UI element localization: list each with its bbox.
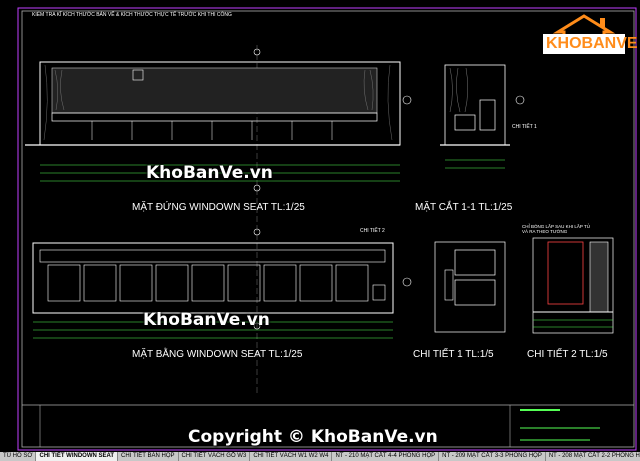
detail2-callout: CHỈ BÓNG LẮP SAU KHI LẮP TỦ VÀ RA THEO T… <box>522 224 591 234</box>
layout-tab-bar: TỦ HỒ SƠ CHI TIẾT WINDOWN SEAT CHI TIẾT … <box>0 452 640 461</box>
tab-nt-209[interactable]: NT - 209 MẶT CẮT 3-3 PHÒNG HỌP <box>439 452 546 461</box>
tab-chi-tiet-windown-seat[interactable]: CHI TIẾT WINDOWN SEAT <box>36 452 119 461</box>
detail2-title: CHI TIẾT 2 TL:1/5 <box>527 349 608 360</box>
tab-chi-tiet-vach-go-w3[interactable]: CHI TIẾT VÁCH GỖ W3 <box>179 452 251 461</box>
plan-title: MẶT BẰNG WINDOWN SEAT TL:1/25 <box>132 349 303 360</box>
watermark-middle: KhoBanVe.vn <box>143 310 270 330</box>
khobanve-logo: KHOBANVE <box>538 10 638 58</box>
tab-chi-tiet-vach-w1-w2-w4[interactable]: CHI TIẾT VÁCH W1 W2 W4 <box>250 452 333 461</box>
detail1-title: CHI TIẾT 1 TL:1/5 <box>413 349 494 360</box>
watermark-copyright: Copyright © KhoBanVe.vn <box>188 427 438 447</box>
tab-chi-tiet-ban-hop[interactable]: CHI TIẾT BÀN HỌP <box>118 452 179 461</box>
section-view <box>440 64 525 169</box>
section-title: MẶT CẮT 1-1 TL:1/25 <box>415 202 513 213</box>
cad-drawing-canvas[interactable]: KIỂM TRA KĨ KÍCH THƯỚC BẢN VẼ & KÍCH THƯ… <box>0 0 640 452</box>
watermark-top: KhoBanVe.vn <box>146 163 273 183</box>
header-note: KIỂM TRA KĨ KÍCH THƯỚC BẢN VẼ & KÍCH THƯ… <box>32 12 232 18</box>
tab-nt-210[interactable]: NT - 210 MẶT CẮT 4-4 PHÒNG HỌP <box>332 452 440 461</box>
tab-tu-ho-so[interactable]: TỦ HỒ SƠ <box>0 452 37 461</box>
detail2-view <box>532 237 614 334</box>
tab-nt-208[interactable]: NT - 208 MẶT CẮT 2-2 PHÒNG H <box>546 452 640 461</box>
detail1-view <box>434 241 506 333</box>
detail-note: CHI TIẾT 1 <box>512 124 537 130</box>
elevation-title: MẶT ĐỨNG WINDOWN SEAT TL:1/25 <box>132 202 305 213</box>
logo-text: KHOBANVE <box>546 35 638 52</box>
detail-note-2: CHI TIẾT 2 <box>360 228 385 234</box>
